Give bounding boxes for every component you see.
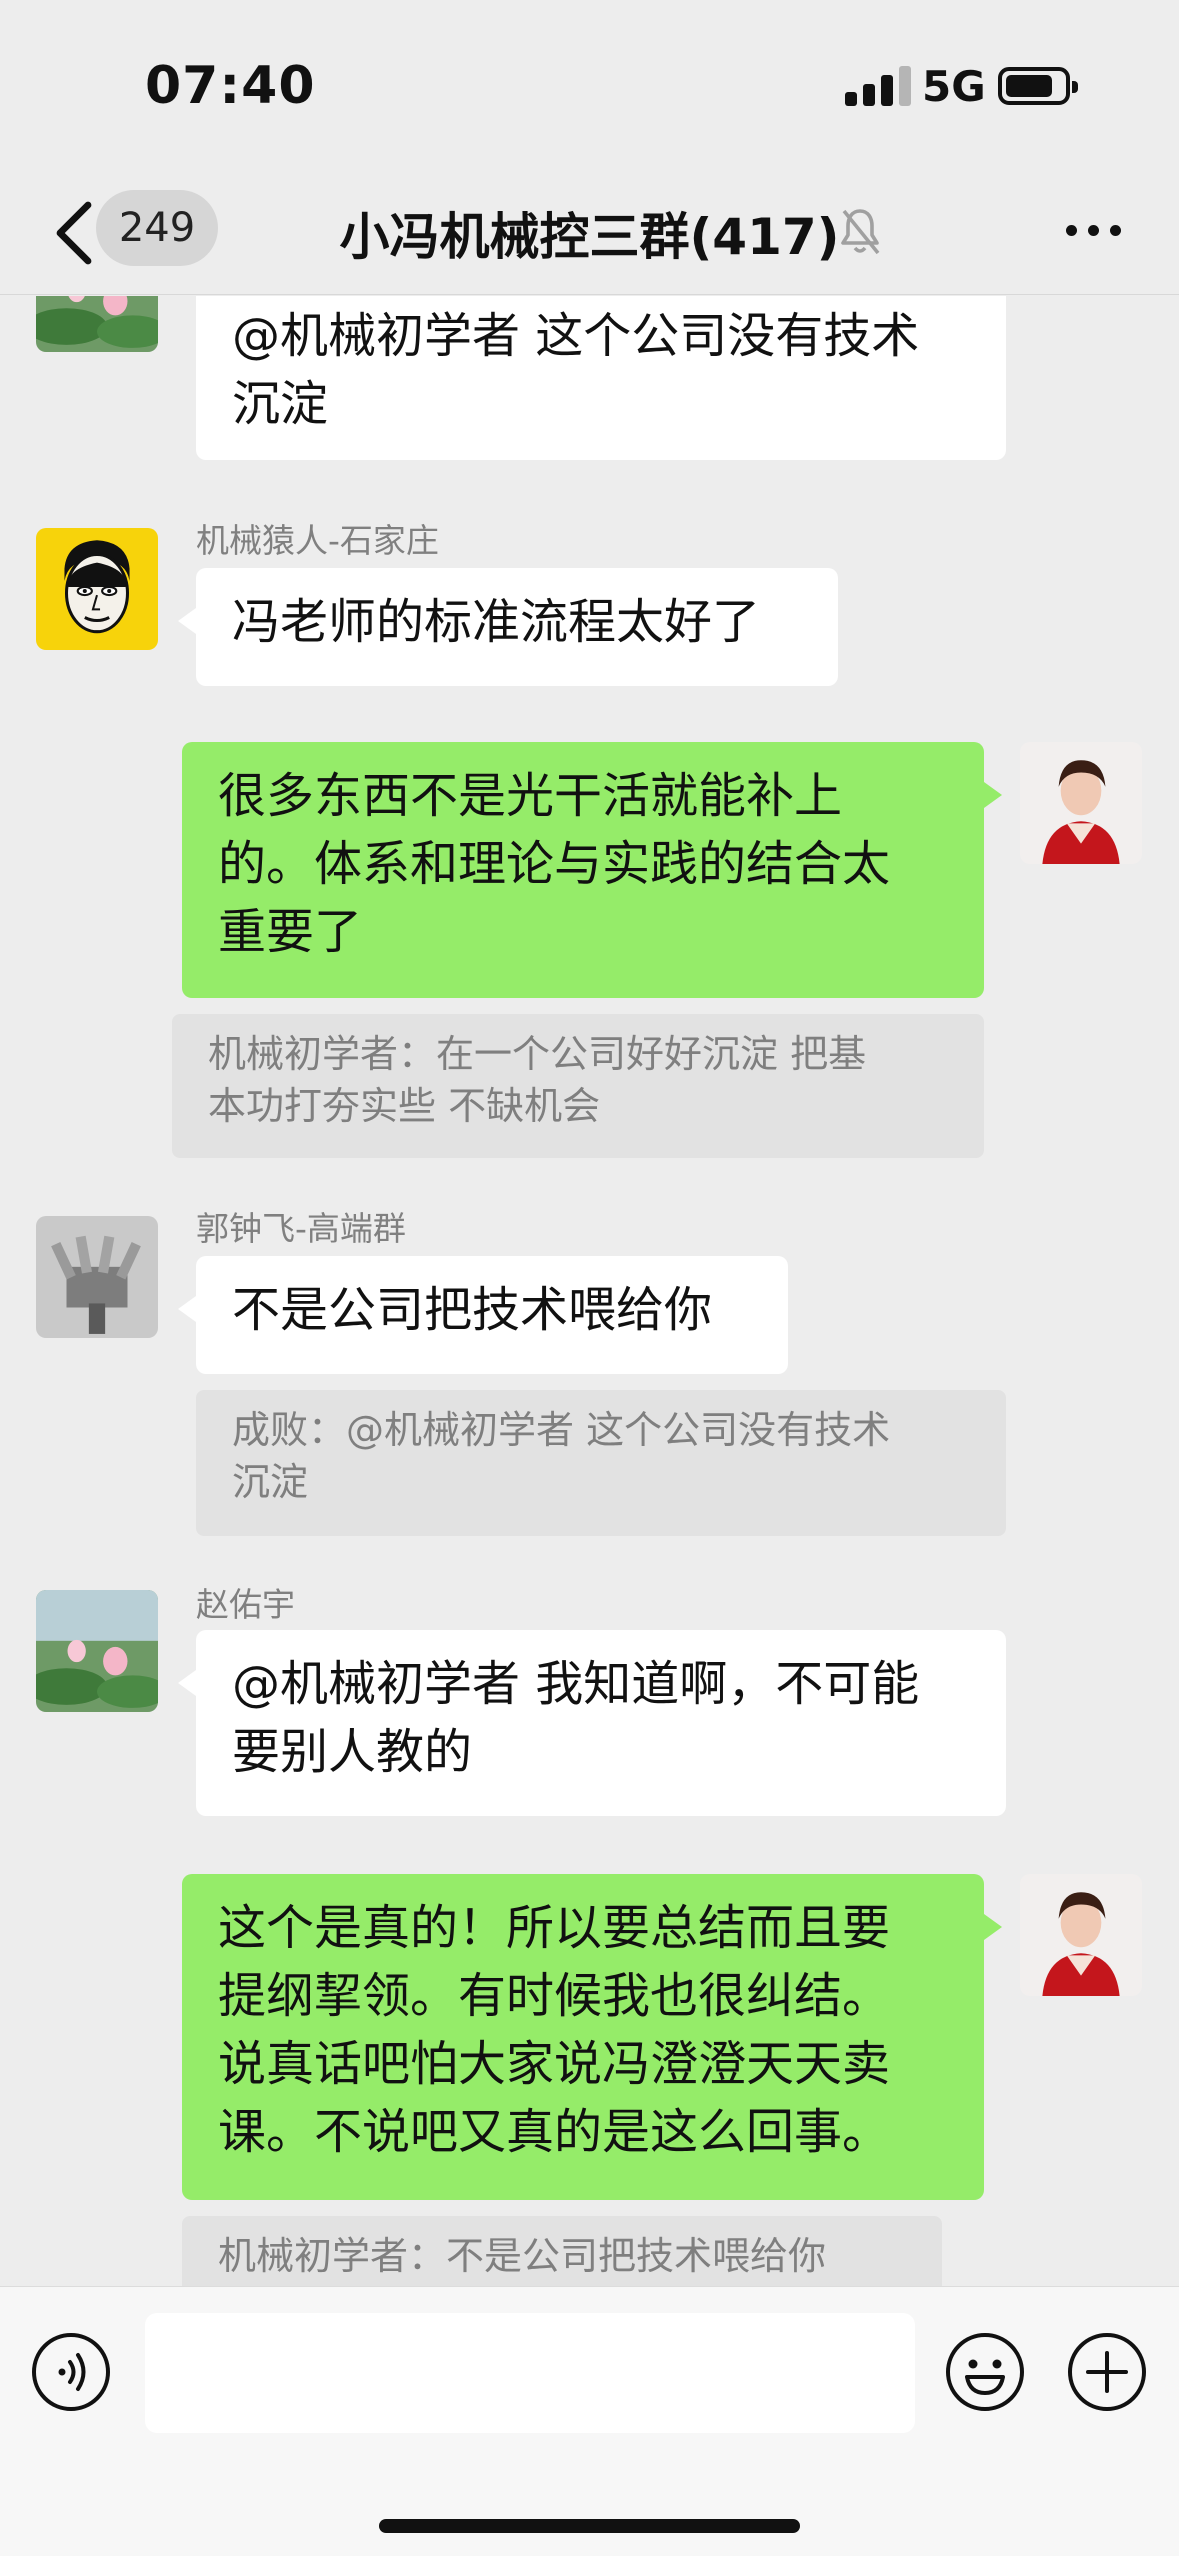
message-line: 提纲挈领。有时候我也很纠结。 [218, 1968, 891, 2024]
quote-line: 机械初学者：不是公司把技术喂给你 [218, 2234, 827, 2278]
message-line: @机械初学者 这个公司没有技术 [232, 308, 920, 364]
message-line: 要别人教的 [232, 1724, 473, 1780]
input-bar [0, 2286, 1179, 2556]
status-time: 07:40 [145, 56, 316, 116]
avatar-self[interactable] [1020, 1874, 1142, 1996]
emoji-button[interactable] [944, 2331, 1026, 2413]
quote-line: 机械初学者：在一个公司好好沉淀 把基 [208, 1032, 867, 1076]
message-line: 这个是真的！所以要总结而且要 [218, 1900, 891, 1956]
message-line: 课。不说吧又真的是这么回事。 [218, 2104, 891, 2160]
nav-bar: 249 小冯机械控三群(417) [0, 175, 1179, 295]
more-options-button[interactable] [1064, 215, 1124, 245]
avatar-self[interactable] [1020, 742, 1142, 864]
message-bubble-incoming[interactable]: @机械初学者 我知道啊，不可能 要别人教的 [178, 1630, 1006, 1816]
quote-line: 沉淀 [232, 1460, 309, 1504]
voice-input-button[interactable] [30, 2331, 112, 2413]
emoji-icon [946, 2333, 1024, 2411]
chat-title: 小冯机械控三群(417) [339, 208, 840, 266]
message-bubble-incoming[interactable]: @机械初学者 这个公司没有技术 沉淀 [196, 296, 1006, 460]
sender-name: 郭钟飞-高端群 [196, 1209, 406, 1248]
network-type: 5G [922, 62, 986, 111]
avatar-engine[interactable] [36, 1216, 158, 1338]
signal-strength-icon [845, 66, 911, 106]
quoted-reply[interactable]: 成败：@机械初学者 这个公司没有技术 沉淀 [196, 1390, 1006, 1536]
message-bubble-outgoing[interactable]: 很多东西不是光干活就能补上 的。体系和理论与实践的结合太 重要了 [182, 742, 1002, 998]
message-line: 的。体系和理论与实践的结合太 [218, 836, 891, 892]
message-bubble-outgoing[interactable]: 这个是真的！所以要总结而且要 提纲挈领。有时候我也很纠结。 说真话吧怕大家说冯澄… [182, 1874, 1002, 2200]
sender-name: 机械猿人-石家庄 [196, 521, 439, 560]
message-line: 冯老师的标准流程太好了 [232, 594, 761, 650]
sender-name: 赵佑宇 [196, 1585, 295, 1624]
message-line: 沉淀 [232, 376, 329, 432]
plus-icon [1068, 2333, 1146, 2411]
avatar-lotus[interactable] [36, 1590, 158, 1712]
message-bubble-incoming[interactable]: 不是公司把技术喂给你 [178, 1256, 788, 1374]
message-bubble-incoming[interactable]: 冯老师的标准流程太好了 [178, 568, 838, 686]
avatar-lotus[interactable] [36, 296, 158, 352]
chat-message-list[interactable]: @机械初学者 这个公司没有技术 沉淀 机械猿人-石家庄 冯老师的标准流程太好了 [0, 296, 1179, 2286]
voice-icon [32, 2333, 110, 2411]
more-functions-button[interactable] [1066, 2331, 1148, 2413]
quoted-reply[interactable]: 机械初学者：不是公司把技术喂给你 [182, 2216, 942, 2286]
message-input[interactable] [145, 2313, 915, 2433]
avatar-cartoon-face[interactable] [36, 528, 158, 650]
message-line: @机械初学者 我知道啊，不可能 [232, 1656, 920, 1712]
battery-icon [998, 67, 1078, 105]
message-line: 不是公司把技术喂给你 [232, 1282, 713, 1338]
status-bar: 07:40 5G [0, 0, 1179, 175]
home-indicator[interactable] [379, 2519, 800, 2533]
mute-bell-icon [838, 205, 882, 257]
message-line: 说真话吧怕大家说冯澄澄天天卖 [218, 2036, 891, 2092]
quoted-reply[interactable]: 机械初学者：在一个公司好好沉淀 把基 本功打夯实些 不缺机会 [172, 1014, 984, 1158]
quote-line: 成败：@机械初学者 这个公司没有技术 [232, 1408, 891, 1452]
message-line: 很多东西不是光干活就能补上 [218, 768, 843, 824]
quote-line: 本功打夯实些 不缺机会 [208, 1084, 601, 1128]
message-line: 重要了 [218, 904, 363, 960]
